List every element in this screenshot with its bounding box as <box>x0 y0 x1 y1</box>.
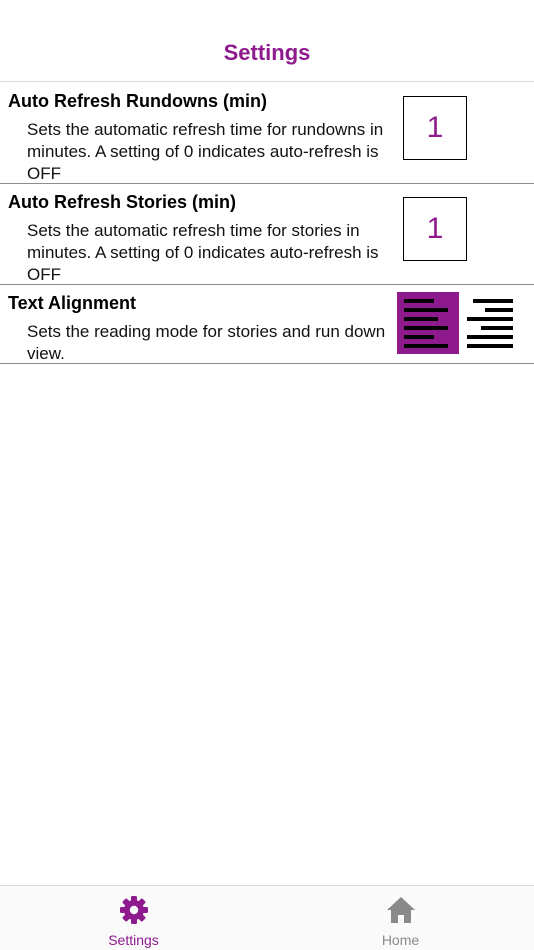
align-right-icon <box>462 296 513 350</box>
align-left-button[interactable] <box>397 292 459 354</box>
stories-refresh-input[interactable]: 1 <box>403 197 467 261</box>
setting-title: Text Alignment <box>8 293 137 313</box>
align-right-button[interactable] <box>462 292 524 354</box>
setting-row-alignment: Text Alignment Sets the reading mode for… <box>0 285 534 364</box>
setting-description: Sets the reading mode for stories and ru… <box>27 322 386 363</box>
tab-bar: Settings Home <box>0 885 534 950</box>
page-title: Settings <box>223 40 311 65</box>
settings-screen: Settings Auto Refresh Rundowns (min) Set… <box>0 0 534 950</box>
setting-title: Auto Refresh Stories (min) <box>8 192 237 212</box>
align-left-icon <box>404 296 459 350</box>
tab-label: Settings <box>108 932 159 948</box>
gear-icon <box>119 896 148 924</box>
navigation-bar: Settings <box>0 0 534 82</box>
home-icon <box>386 897 415 923</box>
setting-description: Sets the automatic refresh time for rund… <box>27 120 384 183</box>
setting-row-rundowns: Auto Refresh Rundowns (min) Sets the aut… <box>0 83 534 184</box>
setting-description: Sets the automatic refresh time for stor… <box>27 221 379 284</box>
rundowns-refresh-input[interactable]: 1 <box>403 96 467 160</box>
tab-label: Home <box>381 932 420 948</box>
setting-title: Auto Refresh Rundowns (min) <box>8 91 267 111</box>
setting-row-stories: Auto Refresh Stories (min) Sets the auto… <box>0 184 534 285</box>
tab-home[interactable]: Home <box>267 886 534 950</box>
tab-settings[interactable]: Settings <box>0 886 267 950</box>
